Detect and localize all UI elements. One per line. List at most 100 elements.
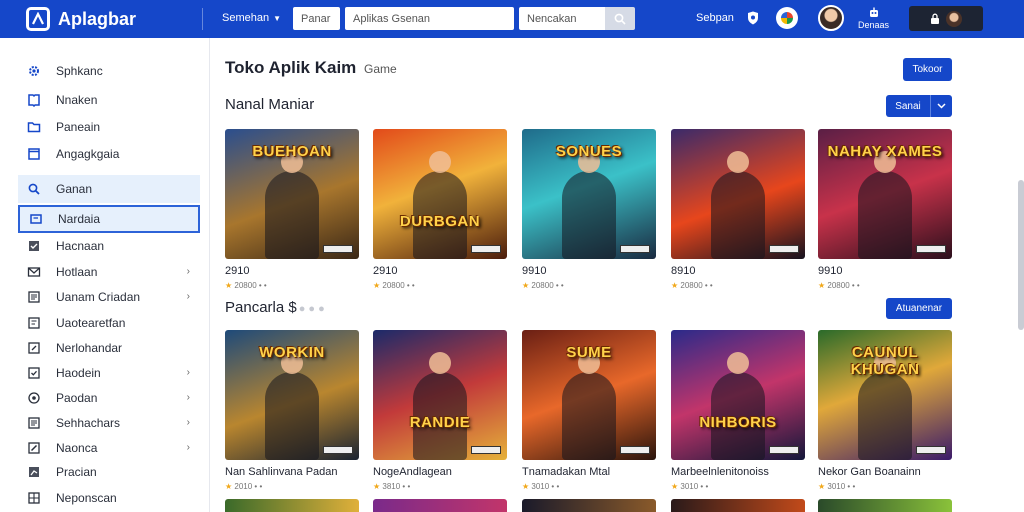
scrollbar-thumb[interactable] [1018,180,1024,330]
game-card[interactable]: WORKIN Nan Sahlinvana Padan ★ 2010 • • [225,330,359,491]
rating-badge [471,245,501,253]
game-art-title: WORKIN [259,344,325,361]
rating-badge [916,446,946,454]
game-thumbnail[interactable]: NAHAY XAMES [818,129,952,259]
game-title[interactable]: 9910 [522,265,656,279]
character-figure [711,151,765,259]
sidebar-item-17[interactable]: Neponscan [18,485,200,510]
game-thumbnail[interactable]: SUME [522,330,656,460]
game-thumbnail[interactable]: WORKIN [225,330,359,460]
sidebar-item-label: Paodan [56,390,98,405]
pinwheel-icon[interactable] [776,7,798,29]
sidebar-item-11[interactable]: Nerlohandar [18,335,200,360]
topbar-link[interactable]: Sebpan [696,12,734,24]
folder-icon [26,120,42,134]
game-card[interactable]: RANDIE NogeAndlagean ★ 3810 • • [373,330,507,491]
sidebar-item-15[interactable]: Naonca › [18,435,200,460]
game-title[interactable]: 2910 [373,265,507,279]
section-title-suffix: $ [288,299,297,316]
window-icon [26,147,42,161]
game-thumbnail[interactable]: SONUES [522,129,656,259]
category-dropdown[interactable]: Semehan ▼ [222,12,281,24]
game-title[interactable]: 2910 [225,265,359,279]
chevron-down-icon [937,103,946,109]
game-thumbnail[interactable]: DURBGAN [373,129,507,259]
sidebar-item-5[interactable]: Ganan [18,175,200,203]
shield-icon[interactable] [747,11,759,25]
game-card[interactable]: NAHAY XAMES 9910 ★ 20800 • • [818,129,952,290]
sidebar-item-13[interactable]: Paodan › [18,385,200,410]
see-all-button[interactable]: Atuanenar [886,298,952,319]
star-icon: ★ [225,281,235,290]
sidebar-item-3[interactable]: Paneain [18,114,200,139]
game-title[interactable]: NogeAndlagean [373,466,507,480]
sidebar-item-1[interactable]: Sphkanc [18,58,200,83]
game-card[interactable]: SONUES 9910 ★ 20800 • • [522,129,656,290]
game-meta-value: 20800 • • [234,281,267,290]
profile-label[interactable]: Denaas [858,20,889,30]
game-thumbnail[interactable]: RANDIE [373,330,507,460]
game-title[interactable]: 9910 [818,265,952,279]
game-card[interactable]: DURBGAN 2910 ★ 20800 • • [373,129,507,290]
logo-icon[interactable] [26,7,50,31]
game-thumbnail[interactable]: NIHBORIS [671,330,805,460]
sidebar-item-16[interactable]: Pracian [18,459,200,484]
sidebar-item-label: Uaotearetfan [56,315,126,330]
search-input[interactable] [345,7,514,30]
topbar-divider [202,8,203,30]
sidebar-item-4[interactable]: Angagkgaia [18,141,200,166]
sidebar-item-8[interactable]: Hotlaan › [18,259,200,284]
sidebar-item-10[interactable]: Uaotearetfan [18,310,200,335]
star-icon: ★ [671,281,681,290]
sidebar-item-label: Hacnaan [56,238,105,253]
character-figure [562,151,616,259]
game-card[interactable]: 8910 ★ 20800 • • [671,129,805,290]
sidebar-item-7[interactable]: Hacnaan [18,233,200,258]
top-action-button[interactable]: Tokoor [903,58,952,81]
rating-badge [620,446,650,454]
game-thumbnail-partial[interactable] [818,499,952,512]
game-art-title: RANDIE [409,414,471,431]
game-card[interactable]: NIHBORIS Marbeelnlenitonoiss ★ 3010 • • [671,330,805,491]
chevron-right-icon: › [186,291,190,302]
account-button[interactable] [909,6,983,31]
search-icon [26,182,42,196]
game-card[interactable]: BUEHOAN 2910 ★ 20800 • • [225,129,359,290]
section-title-featured: Nanal Maniar [225,96,315,113]
sidebar-item-6[interactable]: Nardaia [18,205,200,233]
game-thumbnail[interactable]: CAUNUL KHUGAN [818,330,952,460]
game-thumbnail-partial[interactable] [671,499,805,512]
user-avatar[interactable] [818,5,844,31]
game-title[interactable]: Tnamadakan Mtal [522,466,656,480]
game-meta-value: 3010 • • [680,482,709,491]
game-title[interactable]: 8910 [671,265,805,279]
game-card[interactable]: SUME Tnamadakan Mtal ★ 3010 • • [522,330,656,491]
brand-name[interactable]: Aplagbar [58,9,136,30]
game-card[interactable]: CAUNUL KHUGAN Nekor Gan Boanainn ★ 3010 • … [818,330,952,491]
game-thumbnail-partial[interactable] [225,499,359,512]
lock-icon [931,13,939,24]
sort-dropdown[interactable] [930,95,952,117]
game-thumbnail[interactable]: BUEHOAN [225,129,359,259]
game-art-title: DURBGAN [399,213,481,230]
sidebar-item-14[interactable]: Sehhachars › [18,410,200,435]
search-button[interactable] [605,7,635,30]
game-title[interactable]: Marbeelnlenitonoiss [671,466,805,480]
sort-button[interactable]: Sanai [886,95,930,117]
sidebar-item-9[interactable]: Uanam Criadan › [18,284,200,309]
grid-icon [26,491,42,505]
sort-split-button[interactable]: Sanai [886,95,952,117]
page-subtitle[interactable]: Game [364,62,397,76]
game-title[interactable]: Nan Sahlinvana Padan [225,466,359,480]
game-title[interactable]: Nekor Gan Boanainn [818,466,952,480]
mail-icon [26,265,42,279]
game-thumbnail-partial[interactable] [373,499,507,512]
star-icon: ★ [818,482,828,491]
sidebar-item-12[interactable]: Haodein › [18,360,200,385]
filter-input[interactable] [293,7,340,30]
game-thumbnail[interactable] [671,129,805,259]
location-input[interactable] [519,7,605,30]
sidebar-item-2[interactable]: Nnaken [18,87,200,112]
game-thumbnail-partial[interactable] [522,499,656,512]
rating-badge [620,245,650,253]
